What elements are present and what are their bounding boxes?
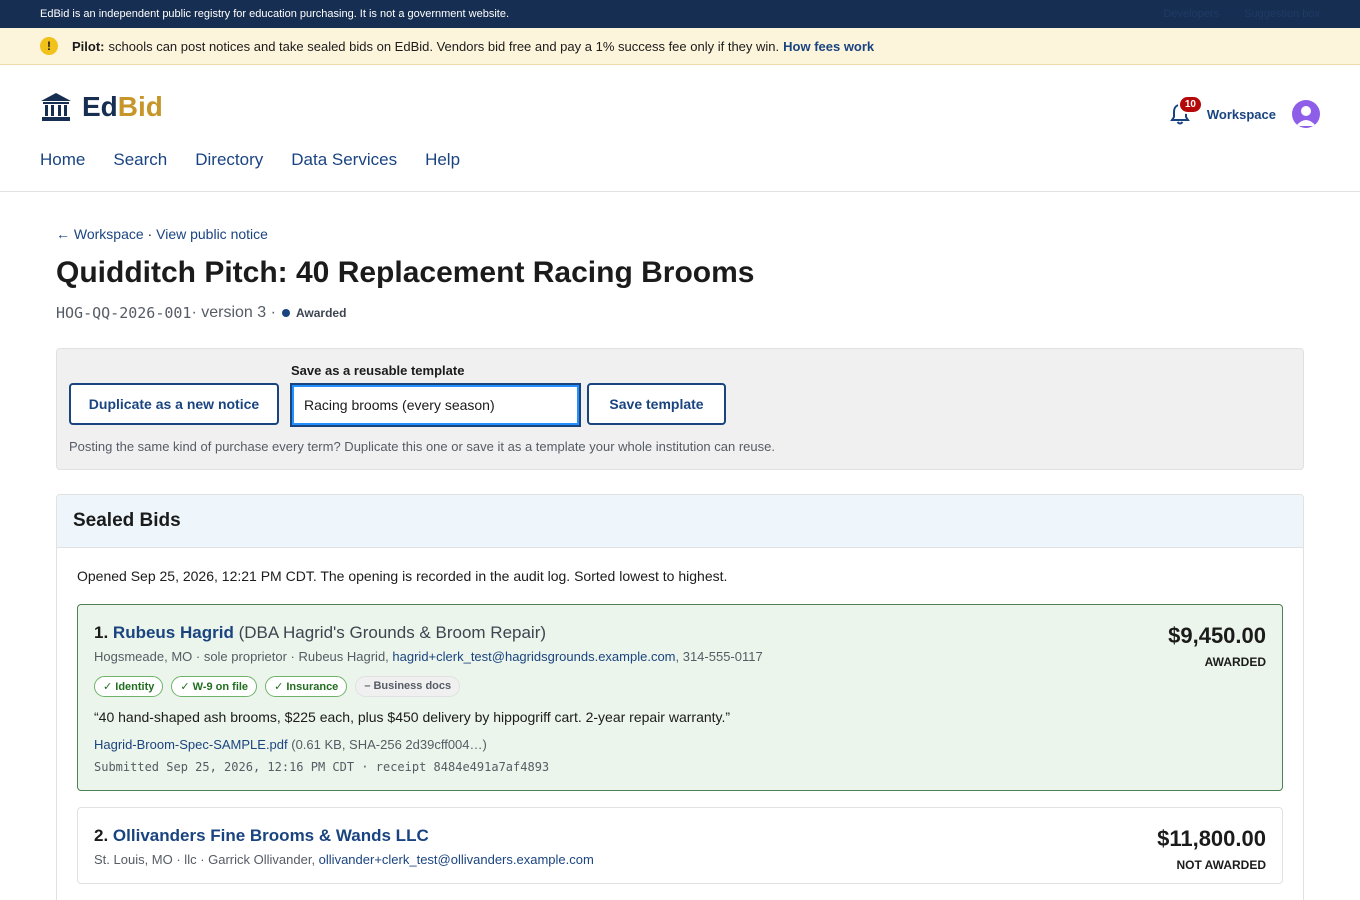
vendor-link[interactable]: Rubeus Hagrid	[113, 623, 234, 642]
breadcrumb: ← Workspace · View public notice	[56, 226, 1304, 242]
sealed-bids-panel: Sealed Bids Opened Sep 25, 2026, 12:21 P…	[56, 494, 1304, 900]
notice-code: HOG-QQ-2026-001	[56, 304, 192, 322]
bid-status: AWARDED	[1204, 655, 1266, 669]
status-badge: Awarded	[295, 306, 347, 320]
bid-title: 1. Rubeus Hagrid (DBA Hagrid's Grounds &…	[94, 623, 1266, 643]
attachment-link[interactable]: Hagrid-Broom-Spec-SAMPLE.pdf	[94, 737, 288, 752]
pilot-text: schools can post notices and take sealed…	[108, 38, 780, 54]
bid-amount: $11,800.00	[1157, 826, 1266, 851]
page-title: Quidditch Pitch: 40 Replacement Racing B…	[56, 256, 755, 289]
main-nav: Home Search Directory Data Services Help	[40, 150, 488, 170]
bid-status: NOT AWARDED	[1176, 858, 1266, 872]
brand-logo[interactable]: Ed Bid	[40, 91, 163, 123]
chip-insurance: ✓ Insurance	[265, 676, 348, 697]
back-to-workspace-link[interactable]: ← Workspace	[56, 226, 144, 242]
workspace-link[interactable]: Workspace	[1207, 107, 1276, 122]
vendor-details: St. Louis, MO · llc · Garrick Ollivander…	[94, 852, 1266, 867]
bid-receipt: Submitted Sep 25, 2026, 12:16 PM CDT · r…	[94, 760, 550, 774]
pilot-label: Pilot:	[72, 38, 105, 54]
chip-identity: ✓ Identity	[94, 676, 164, 697]
nav-home[interactable]: Home	[40, 150, 85, 170]
main-content: ← Workspace · View public notice Quiddit…	[56, 226, 1304, 900]
nav-search[interactable]: Search	[113, 150, 167, 170]
top-disclaimer-bar: EdBid is an independent public registry …	[0, 0, 1360, 28]
bid-title: 2. Ollivanders Fine Brooms & Wands LLC	[94, 826, 1266, 846]
bid-rank: 2.	[94, 826, 109, 845]
template-hint: Posting the same kind of purchase every …	[69, 439, 775, 454]
bid-price-block: $9,450.00 AWARDED	[1168, 623, 1266, 669]
vendor-link[interactable]: Ollivanders Fine Brooms & Wands LLC	[113, 826, 429, 845]
nav-directory[interactable]: Directory	[195, 150, 263, 170]
attachment-meta: (0.61 KB, SHA-256 2d39cff004…)	[287, 737, 487, 752]
pilot-banner: ! Pilot: schools can post notices and ta…	[0, 28, 1360, 65]
user-avatar[interactable]	[1292, 100, 1320, 128]
template-name-input[interactable]	[290, 383, 581, 427]
bid-attachment: Hagrid-Broom-Spec-SAMPLE.pdf (0.61 KB, S…	[94, 737, 1266, 752]
view-public-notice-link[interactable]: View public notice	[156, 226, 268, 242]
vendor-details: Hogsmeade, MO · sole proprietor · Rubeus…	[94, 649, 1266, 664]
disclaimer-text: EdBid is an independent public registry …	[40, 8, 509, 20]
bid-rank: 1.	[94, 623, 109, 642]
template-name-label: Save as a reusable template	[291, 363, 465, 378]
vendor-dba: (DBA Hagrid's Grounds & Broom Repair)	[238, 623, 547, 642]
vendor-email-link[interactable]: hagrid+clerk_test@hagridsgrounds.example…	[392, 649, 675, 664]
vendor-location: St. Louis, MO · llc · Garrick Ollivander…	[94, 852, 319, 867]
template-panel: Duplicate as a new notice Save as a reus…	[56, 348, 1304, 470]
notice-version: · version 3 ·	[191, 304, 276, 321]
institution-icon	[41, 93, 71, 121]
notifications-button[interactable]: 10	[1169, 95, 1203, 125]
chip-business-docs: – Business docs	[355, 676, 461, 697]
bid-price-block: $11,800.00 NOT AWARDED	[1157, 826, 1266, 872]
site-header: Ed Bid Home Search Directory Data Service…	[0, 65, 1360, 192]
vendor-location: Hogsmeade, MO · sole proprietor · Rubeus…	[94, 649, 393, 664]
verification-chips: ✓ Identity ✓ W-9 on file ✓ Insurance – B…	[94, 676, 1266, 697]
vendor-email-link[interactable]: ollivander+clerk_test@ollivanders.exampl…	[319, 852, 594, 867]
status-dot-icon	[281, 309, 290, 317]
notice-meta: HOG-QQ-2026-001 · version 3 · Awarded	[56, 304, 1304, 322]
vendor-phone: , 314-555-0117	[675, 649, 763, 664]
bid-quote: “40 hand-shaped ash brooms, $225 each, p…	[94, 709, 731, 725]
bid-amount: $9,450.00	[1168, 623, 1266, 648]
brand-ed: Ed	[82, 91, 118, 122]
bids-opened-note: Opened Sep 25, 2026, 12:21 PM CDT. The o…	[77, 568, 728, 584]
suggestion-box-link[interactable]: Suggestion box	[1244, 8, 1320, 20]
how-fees-work-link[interactable]: How fees work	[783, 39, 874, 54]
breadcrumb-separator: ·	[143, 226, 157, 242]
user-icon	[1296, 106, 1316, 126]
bid-card: 2. Ollivanders Fine Brooms & Wands LLC S…	[77, 807, 1283, 884]
brand-bid: Bid	[117, 91, 163, 122]
save-template-button[interactable]: Save template	[587, 383, 726, 425]
notification-count-badge: 10	[1177, 95, 1203, 114]
nav-help[interactable]: Help	[425, 150, 460, 170]
duplicate-notice-button[interactable]: Duplicate as a new notice	[69, 383, 279, 425]
nav-data-services[interactable]: Data Services	[291, 150, 397, 170]
chip-w9: ✓ W-9 on file	[171, 676, 258, 697]
developers-link[interactable]: Developers	[1163, 8, 1219, 20]
bid-card: 1. Rubeus Hagrid (DBA Hagrid's Grounds &…	[77, 604, 1283, 791]
warning-icon: !	[40, 37, 58, 55]
sealed-bids-heading: Sealed Bids	[57, 495, 1303, 548]
header-tools: 10 Workspace	[1169, 95, 1320, 128]
